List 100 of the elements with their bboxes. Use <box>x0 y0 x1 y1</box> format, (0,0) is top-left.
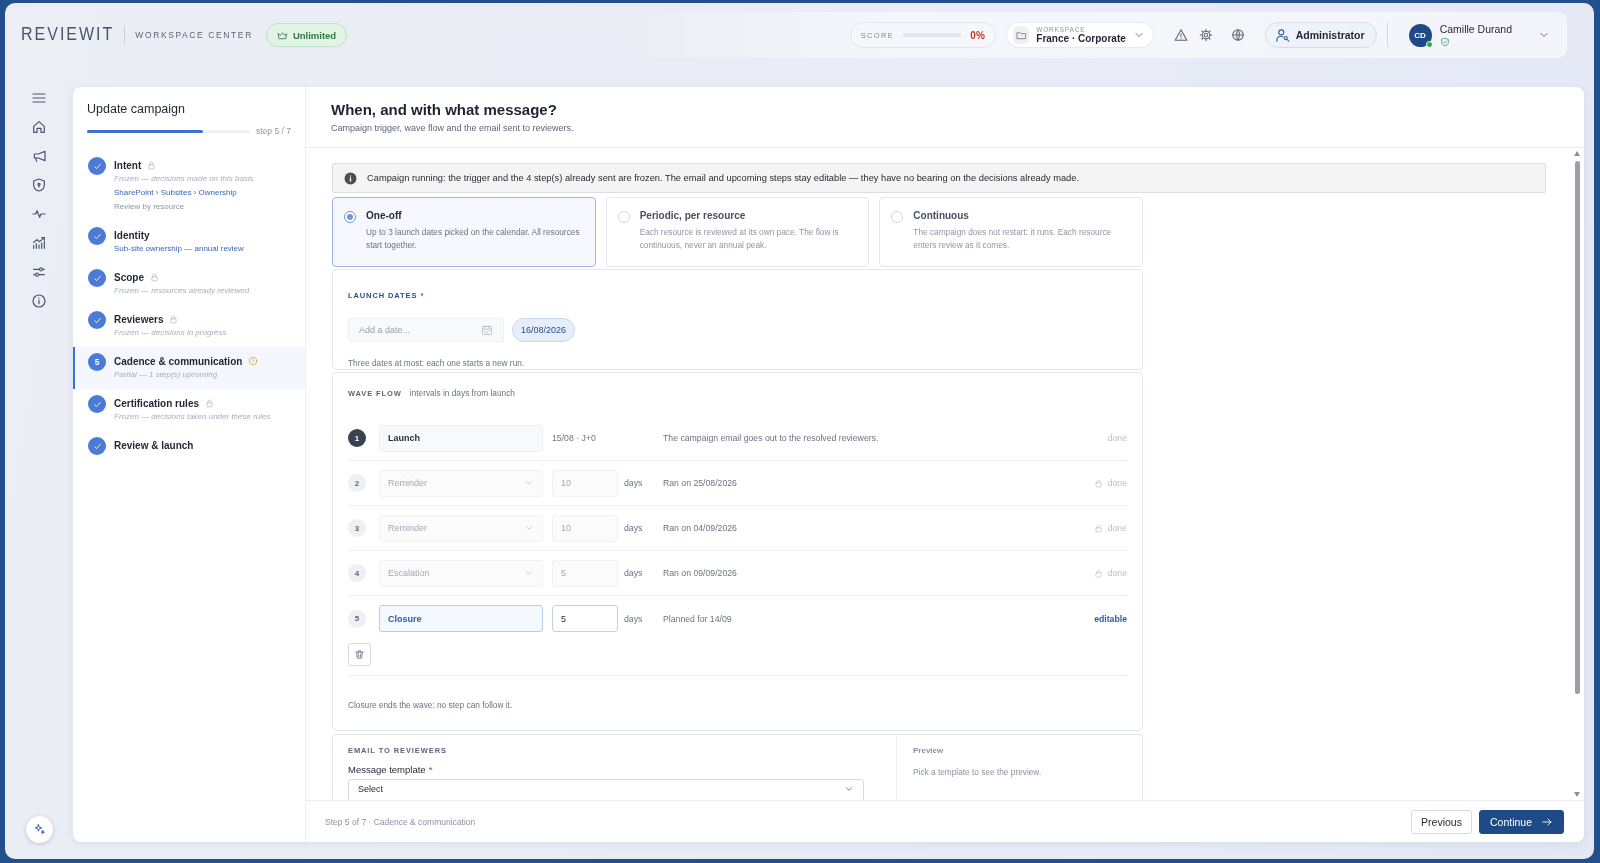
option-title: Continuous <box>913 210 970 221</box>
option-description: Each resource is reviewed at its own pace. The flow is continuous, never an annual peak. <box>639 226 840 252</box>
wizard-step[interactable]: Scope Frozen — resources already reviewed <box>73 263 305 305</box>
step-description: Ran on 09/09/2026 <box>663 568 738 578</box>
template-select[interactable]: Select <box>348 779 864 800</box>
unit-label: days <box>624 478 644 488</box>
step-title: Intent <box>114 159 142 171</box>
step-number: 1 <box>348 429 366 447</box>
step-title: Cadence & communication <box>114 355 243 367</box>
wizard-step[interactable]: Reviewers Frozen — decisions in progress <box>73 305 305 347</box>
calendar-icon <box>481 324 493 336</box>
step-note: Review by resource <box>114 201 186 213</box>
option-title: Periodic, per resource <box>639 210 747 221</box>
step-description: Ran on 04/09/2026 <box>663 523 738 533</box>
score-value: 0% <box>970 29 985 41</box>
step-timing: 15/08 · J+0 <box>552 433 597 443</box>
option-description: Up to 3 launch dates picked on the calendar. All resources start together. <box>366 226 581 252</box>
step-name-field[interactable]: Closure <box>379 605 543 632</box>
home-icon[interactable] <box>31 119 47 135</box>
user-avatar[interactable]: CD <box>1408 23 1432 47</box>
delete-button[interactable] <box>348 643 371 666</box>
info-icon <box>344 171 357 185</box>
field-label: Message template <box>348 764 426 775</box>
date-chip[interactable]: 16/08/2026 <box>512 318 576 342</box>
crown-icon <box>276 29 288 41</box>
page-subtitle: Campaign trigger, wave flow and the email sent to reviewers. <box>331 123 575 133</box>
step-link[interactable]: SharePoint › Subsites › Ownership <box>114 186 254 200</box>
panel-title: Update campaign <box>86 102 186 118</box>
wizard-step[interactable]: Identity Sub-site ownership — annual review <box>73 221 305 263</box>
preview-label: Preview <box>913 746 945 755</box>
wizard-step[interactable]: 5 Cadence & communication Partial — 1 step(s) upcoming <box>73 347 305 389</box>
step-title: Review & launch <box>114 439 194 451</box>
days-field[interactable]: 5 <box>552 605 618 632</box>
hint-text: Three dates at most: each one starts a new run. <box>348 358 526 368</box>
assistant-button[interactable] <box>25 816 53 843</box>
user-name: Camille Durand <box>1439 23 1512 35</box>
required-mark: * <box>428 764 433 775</box>
step-note: Frozen — decisions in progress <box>114 327 227 339</box>
scrollbar[interactable] <box>1574 151 1581 797</box>
section-hint: intervals in days from launch <box>409 388 515 398</box>
step-description: The campaign email goes out to the resolved reviewers. <box>663 433 880 443</box>
megaphone-icon[interactable] <box>31 148 47 164</box>
step-description: Ran on 25/08/2026 <box>663 478 738 488</box>
step-number: 5 <box>348 609 366 628</box>
sliders-icon[interactable] <box>31 264 47 280</box>
chevron-down-icon <box>844 784 854 794</box>
globe-icon[interactable] <box>1230 28 1245 42</box>
step-number: 3 <box>348 519 366 537</box>
trigger-option[interactable]: Periodic, per resource Each resource is reviewed at its own pace. The flow is continuous, never an annual peak. <box>605 197 870 267</box>
wizard-step[interactable]: Intent Frozen — decisions made on this basis SharePoint › Subsites › Ownership Review by resource <box>73 151 305 221</box>
step-status: done <box>1107 433 1127 443</box>
trash-icon <box>354 649 365 660</box>
step-note: Frozen — decisions made on this basis <box>114 173 254 185</box>
plan-badge: Unlimited <box>265 23 348 47</box>
radio-button[interactable] <box>344 211 356 223</box>
continue-button[interactable]: Continue <box>1478 809 1564 834</box>
logo: REVIEWIT <box>21 25 115 45</box>
flow-note: Closure ends the wave: no step can follow it. <box>348 700 513 710</box>
previous-button[interactable]: Previous <box>1411 809 1472 834</box>
shield-check-icon <box>1439 37 1450 47</box>
step-title: Certification rules <box>114 397 200 409</box>
step-number: 4 <box>348 564 366 582</box>
settings-icon[interactable] <box>1198 28 1213 42</box>
notice-text: Campaign running: the trigger and the 4 step(s) already sent are frozen. The email and upcoming steps stay editable — they have no bearing on the decisions already made. <box>367 173 1079 183</box>
unit-label: days <box>624 523 644 533</box>
chevron-down-icon <box>524 478 534 488</box>
footer-status: Step 5 of 7 · Cadence & communication <box>325 816 476 827</box>
shield-icon[interactable] <box>31 177 47 193</box>
step-status: done <box>1107 568 1127 578</box>
wizard-step[interactable]: Certification rules Frozen — decisions taken under these rules <box>73 389 305 431</box>
step-number: 5 <box>88 353 106 371</box>
unit-label: days <box>624 613 644 624</box>
user-key-icon <box>1274 27 1290 43</box>
warning-icon[interactable] <box>1173 28 1188 42</box>
step-name-field[interactable]: Launch <box>379 424 543 452</box>
trigger-option[interactable]: One-off Up to 3 launch dates picked on the calendar. All resources start together. <box>332 197 596 267</box>
folder-icon <box>1015 29 1027 41</box>
lock-icon <box>1093 523 1103 533</box>
chevron-down-icon <box>524 568 534 578</box>
chart-icon[interactable] <box>31 235 47 251</box>
wizard-step[interactable]: Review & launch <box>73 431 305 462</box>
role-button[interactable]: Administrator <box>1264 22 1377 48</box>
option-description: The campaign does not restart: it runs. Each resource enters review as it comes. <box>913 226 1113 252</box>
product-name: WORKSPACE CENTER <box>135 30 253 40</box>
step-status: editable <box>1094 613 1127 624</box>
step-number: 2 <box>348 474 366 492</box>
step-note: Frozen — resources already reviewed <box>114 285 250 297</box>
lock-icon <box>1093 478 1103 488</box>
step-description: Planned for 14/09 <box>663 613 733 624</box>
info-icon[interactable] <box>31 293 47 309</box>
step-title: Identity <box>114 229 150 241</box>
sparkle-icon <box>32 823 46 836</box>
option-title: One-off <box>366 210 403 221</box>
step-note: Partial — 1 step(s) upcoming <box>114 369 219 381</box>
trigger-option[interactable]: Continuous The campaign does not restart: it runs. Each resource enters review as it comes. <box>879 197 1143 267</box>
page-title: When, and with what message? <box>331 101 558 120</box>
step-link[interactable]: Sub-site ownership — annual review <box>114 242 244 256</box>
chevron-down-icon <box>524 523 534 533</box>
step-title: Scope <box>114 271 144 283</box>
step-counter: step 5 / 7 <box>256 126 291 136</box>
